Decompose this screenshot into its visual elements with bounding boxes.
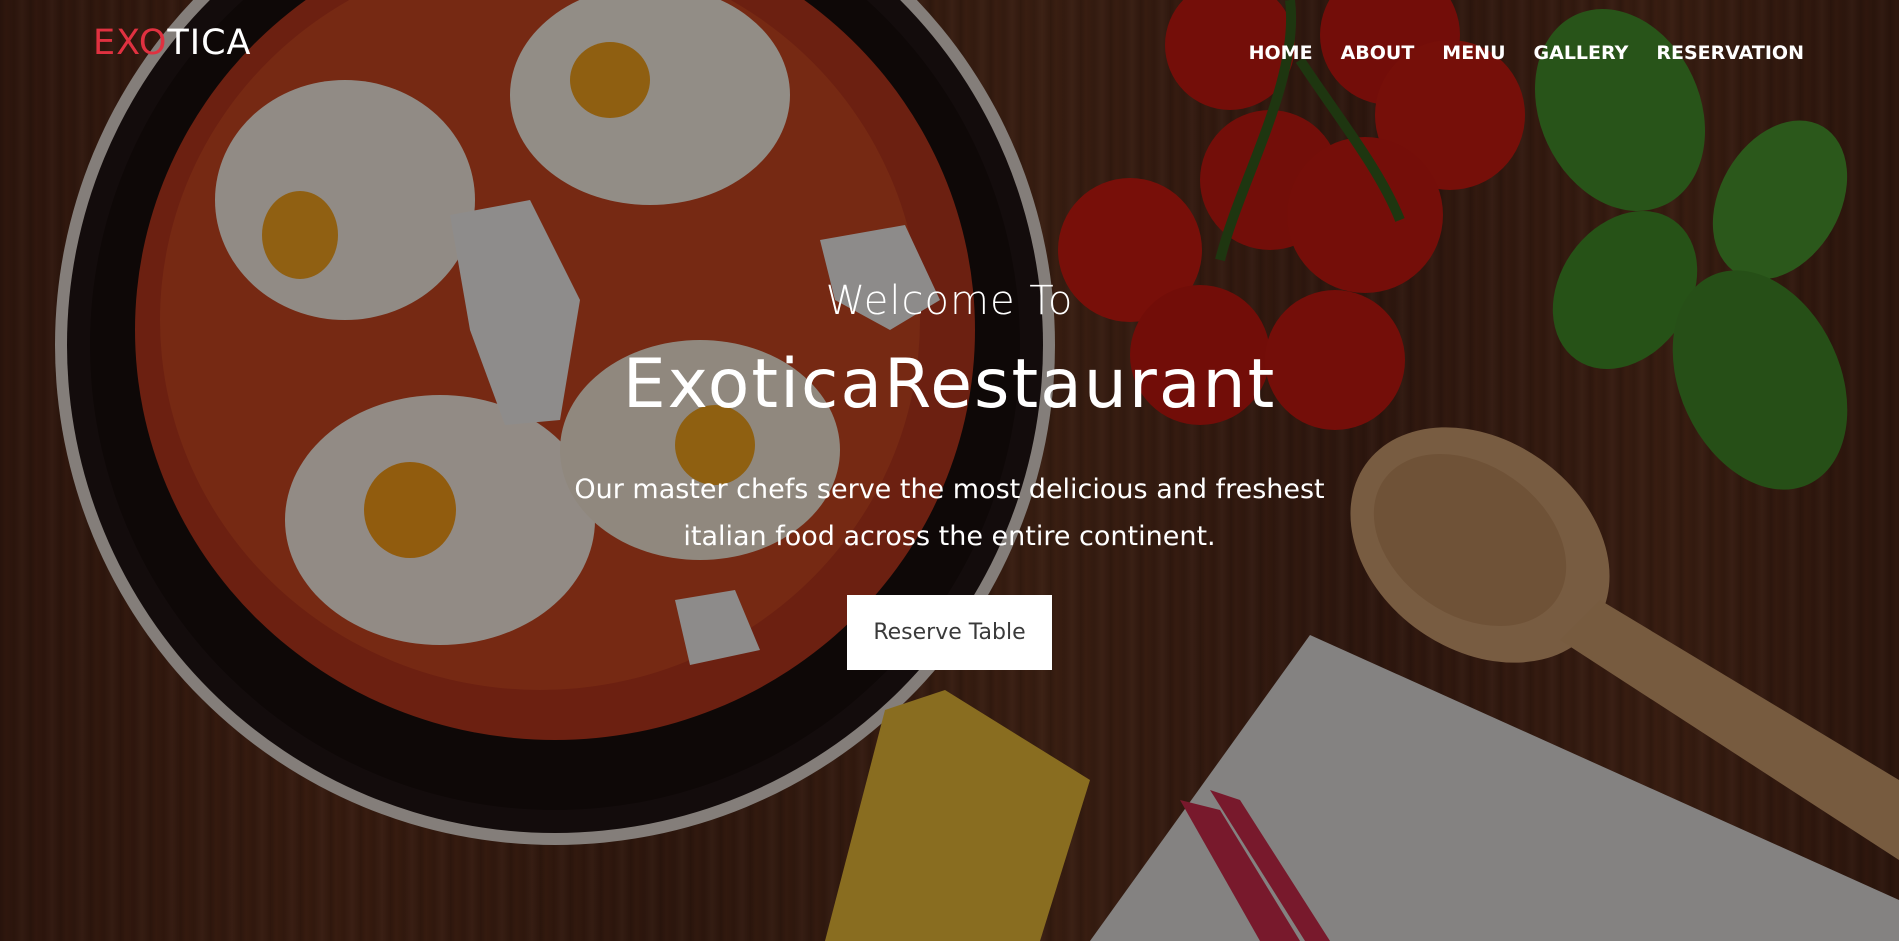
nav-home[interactable]: HOME <box>1249 42 1313 64</box>
nav-gallery[interactable]: GALLERY <box>1534 42 1629 64</box>
logo[interactable]: EXOTICA <box>93 26 252 61</box>
logo-rest: TICA <box>167 23 252 63</box>
main-nav: HOME ABOUT MENU GALLERY RESERVATION <box>1249 42 1804 64</box>
nav-about[interactable]: ABOUT <box>1341 42 1415 64</box>
nav-menu[interactable]: MENU <box>1442 42 1505 64</box>
reserve-table-button[interactable]: Reserve Table <box>847 595 1052 670</box>
logo-accent: EXO <box>93 23 168 63</box>
hero-section: EXOTICA HOME ABOUT MENU GALLERY RESERVAT… <box>0 0 1899 941</box>
restaurant-title: ExoticaRestaurant <box>622 345 1277 424</box>
hero-description: Our master chefs serve the most deliciou… <box>0 466 1899 560</box>
nav-reservation[interactable]: RESERVATION <box>1656 42 1804 64</box>
welcome-heading: Welcome To <box>825 278 1074 324</box>
description-line-2: italian food across the entire continent… <box>683 521 1216 552</box>
description-line-1: Our master chefs serve the most deliciou… <box>574 474 1325 505</box>
